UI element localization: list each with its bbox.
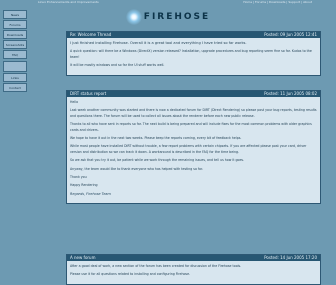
sidebar-item-links[interactable]: Links xyxy=(3,73,27,82)
sidebar-item-faq[interactable]: FAQ xyxy=(3,50,27,59)
post-body: Hello Last week another community was st… xyxy=(67,97,320,204)
post-meta: Posted: 11 Jun 2005 08:02 xyxy=(264,91,317,96)
post-title[interactable]: A new forum xyxy=(70,255,95,261)
post-paragraph: Happy Rendering xyxy=(70,183,98,188)
post-paragraph: While most people have installed DIRT wi… xyxy=(70,144,307,154)
post-paragraph: Anyway, the team would like to thank eve… xyxy=(70,166,204,171)
sidebar-item-contact[interactable]: Contact xyxy=(3,83,27,92)
post-meta: Posted: 14 Jun 2005 17:20 xyxy=(264,255,317,260)
post-paragraph: Thanks to all who have sent in reports s… xyxy=(70,122,312,132)
post-title[interactable]: DIRT status report xyxy=(70,91,106,97)
sidebar-item-forums[interactable]: Forums xyxy=(3,20,27,29)
post-paragraph: Please use it for all questions related … xyxy=(70,272,191,277)
sidebar-box xyxy=(3,61,27,72)
post-paragraph: Thank you xyxy=(70,175,87,180)
post-3: A new forum Posted: 14 Jun 2005 17:20 Af… xyxy=(66,254,321,285)
post-paragraph: We hope to have it out in the next two w… xyxy=(70,136,242,141)
post-meta: Posted: 09 Jun 2005 12:41 xyxy=(264,32,317,37)
site-tagline: Linux Enhancements and Improvements xyxy=(38,0,99,4)
top-nav-links[interactable]: Home | Forums | Downloads | Support | Ab… xyxy=(243,0,312,4)
post-signature: Regards, Firehose Team xyxy=(70,191,111,196)
sidebar: News Forums Downloads Screenshots FAQ Li… xyxy=(3,10,27,92)
post-paragraph: It will be mostly windows and so far the… xyxy=(70,63,165,68)
sidebar-item-screenshots[interactable]: Screenshots xyxy=(3,40,27,49)
post-body: I just finished installing Firehose. Ove… xyxy=(67,38,320,75)
post-paragraph: I just finished installing Firehose. Ove… xyxy=(70,41,247,45)
sidebar-item-news[interactable]: News xyxy=(3,10,27,19)
logo-orb-icon xyxy=(125,9,142,25)
post-paragraph: So we ask that you try it out, be patien… xyxy=(70,158,245,163)
post-paragraph: A quick question: will there be a Window… xyxy=(70,49,312,59)
sidebar-item-downloads[interactable]: Downloads xyxy=(3,30,27,39)
post-2: DIRT status report Posted: 11 Jun 2005 0… xyxy=(66,90,321,205)
post-paragraph: Last week another community was started … xyxy=(70,108,317,118)
post-body: After a good deal of work, a new section… xyxy=(67,261,320,284)
post-1: Re: Welcome Thread Posted: 09 Jun 2005 1… xyxy=(66,31,321,76)
logo-text: FIREHOSE xyxy=(143,12,211,22)
site-logo[interactable]: FIREHOSE xyxy=(125,9,211,25)
site-header: FIREHOSE xyxy=(0,5,336,29)
top-bar: Linux Enhancements and Improvements Home… xyxy=(0,0,336,4)
post-title[interactable]: Re: Welcome Thread xyxy=(70,32,111,38)
post-paragraph: After a good deal of work, a new section… xyxy=(70,264,242,268)
post-paragraph: Hello xyxy=(70,100,79,104)
